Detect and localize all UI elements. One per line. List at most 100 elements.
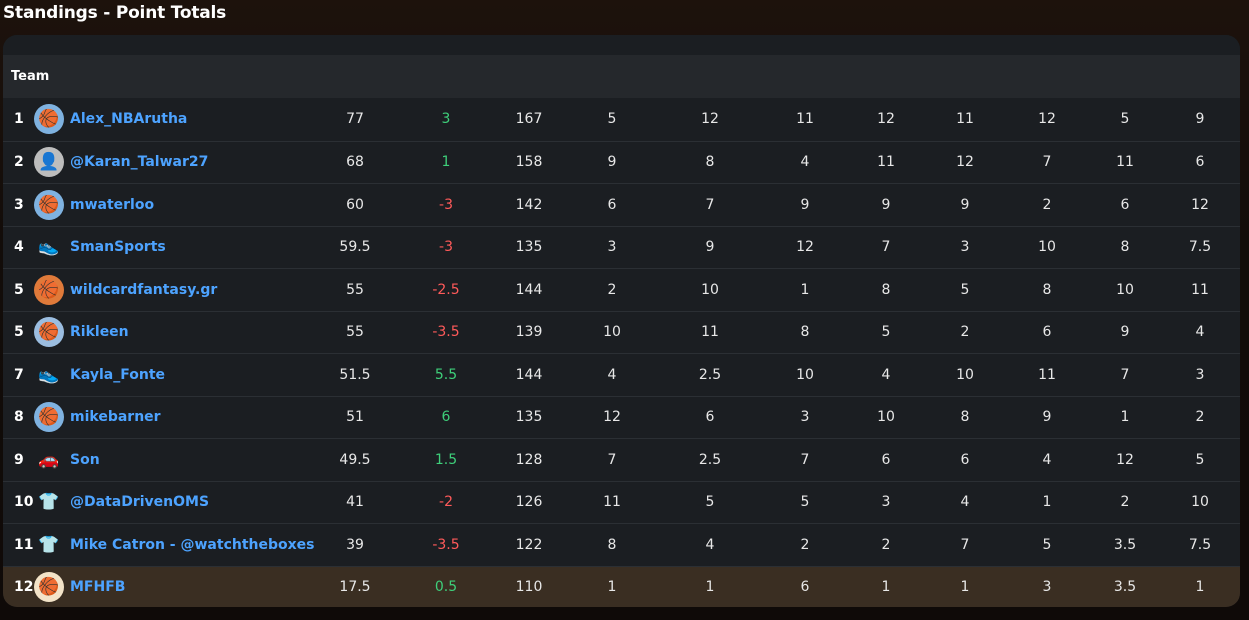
points-change-cell: 0.5 [434,579,458,596]
standings-table: Team 1 🏀 Alex_NBArutha 77 3 167 5 12 11 12 11 12 5 9 2… [3,35,1240,607]
points-total-cell: 59.5 [339,239,371,256]
category-cell-c1: 135 [515,239,543,256]
sneaker-icon: 👟 [38,364,60,385]
rank-cell: 5 [14,324,24,341]
category-cell-c2: 12 [603,409,621,426]
category-cell-c3: 12 [701,111,719,128]
category-cell-c2: 4 [607,366,617,383]
rank-cell: 2 [14,154,24,171]
category-cell-c2: 3 [607,239,617,256]
category-cell-c9: 12 [1191,196,1209,213]
category-cell-c6: 1 [960,579,970,596]
category-cell-c1: 122 [515,536,543,553]
points-change-cell: 1 [441,154,451,171]
team-name-link[interactable]: Son [70,452,100,468]
category-cell-c7: 9 [1042,409,1052,426]
team-name-link[interactable]: mikebarner [70,409,161,425]
category-cell-c7: 3 [1042,579,1052,596]
points-total-cell: 51 [346,409,364,426]
points-total-cell: 60 [346,196,364,213]
category-cell-c4: 8 [800,324,810,341]
team-name-link[interactable]: Mike Catron - @watchtheboxes [70,537,315,553]
table-row: 5 🏀 Rikleen 55 -3.5 139 10 11 8 5 2 6 9 4 [3,310,1240,353]
category-cell-c1: 135 [515,409,543,426]
points-change-cell: -3.5 [432,324,460,341]
category-cell-c5: 1 [881,579,891,596]
points-total-cell: 17.5 [339,579,371,596]
category-cell-c8: 11 [1116,154,1134,171]
category-cell-c2: 6 [607,196,617,213]
team-name-link[interactable]: @DataDrivenOMS [70,494,209,510]
rank-cell: 8 [14,409,24,426]
team-name-link[interactable]: SmanSports [70,239,166,255]
category-cell-c9: 3 [1195,366,1205,383]
category-cell-c4: 9 [800,196,810,213]
table-row: 3 🏀 mwaterloo 60 -3 142 6 7 9 9 9 2 6 12 [3,183,1240,226]
category-cell-c5: 4 [881,366,891,383]
category-cell-c1: 126 [515,494,543,511]
team-name-link[interactable]: Rikleen [70,324,129,340]
category-cell-c1: 128 [515,451,543,468]
points-change-cell: -3 [439,196,453,213]
category-cell-c4: 1 [800,281,810,298]
category-cell-c3: 9 [705,239,715,256]
category-cell-c4: 6 [800,579,810,596]
category-cell-c1: 158 [515,154,543,171]
category-cell-c4: 11 [796,111,814,128]
category-cell-c8: 5 [1120,111,1130,128]
category-cell-c3: 4 [705,536,715,553]
team-name-link[interactable]: wildcardfantasy.gr [70,282,217,298]
table-row: 8 🏀 mikebarner 51 6 135 12 6 3 10 8 9 1 2 [3,395,1240,438]
category-cell-c6: 7 [960,536,970,553]
basketball-hoop-icon: 🏀 [34,317,64,348]
category-cell-c1: 144 [515,366,543,383]
category-cell-c1: 139 [515,324,543,341]
category-cell-c9: 7.5 [1188,536,1212,553]
points-change-cell: 6 [441,409,451,426]
category-cell-c8: 3.5 [1113,579,1137,596]
category-cell-c3: 8 [705,154,715,171]
page-title: Standings - Point Totals [3,3,227,23]
rank-cell: 4 [14,239,24,256]
points-total-cell: 41 [346,494,364,511]
category-cell-c2: 2 [607,281,617,298]
basketball-hoop-icon: 🏀 [34,189,64,220]
points-change-cell: 1.5 [434,451,458,468]
category-cell-c6: 8 [960,409,970,426]
category-cell-c8: 3.5 [1113,536,1137,553]
category-cell-c2: 7 [607,451,617,468]
rank-cell: 12 [14,579,34,596]
table-row: 10 👕 @DataDrivenOMS 41 -2 126 11 5 5 3 4 1 2 10 [3,480,1240,523]
category-cell-c3: 11 [701,324,719,341]
category-cell-c4: 10 [796,366,814,383]
category-cell-c8: 6 [1120,196,1130,213]
sneaker-icon: 👟 [38,237,60,258]
points-change-cell: -2 [439,494,453,511]
team-name-link[interactable]: MFHFB [70,579,125,595]
category-cell-c2: 1 [607,579,617,596]
team-name-link[interactable]: @Karan_Talwar27 [70,154,208,170]
category-cell-c3: 10 [701,281,719,298]
team-name-link[interactable]: Kayla_Fonte [70,367,165,383]
team-name-link[interactable]: Alex_NBArutha [70,111,187,127]
category-cell-c7: 1 [1042,494,1052,511]
points-change-cell: 5.5 [434,366,458,383]
table-row: 5 🏀 wildcardfantasy.gr 55 -2.5 144 2 10 1 8 5 8 10 11 [3,268,1240,311]
column-header-team[interactable]: Team [3,69,49,84]
table-top-spacer [3,35,1240,55]
team-name-link[interactable]: mwaterloo [70,197,154,213]
category-cell-c9: 1 [1195,579,1205,596]
category-cell-c1: 167 [515,111,543,128]
category-cell-c6: 4 [960,494,970,511]
category-cell-c4: 2 [800,536,810,553]
category-cell-c2: 5 [607,111,617,128]
category-cell-c4: 3 [800,409,810,426]
rank-cell: 3 [14,196,24,213]
category-cell-c9: 2 [1195,409,1205,426]
table-body: 1 🏀 Alex_NBArutha 77 3 167 5 12 11 12 11 12 5 9 2 👤 @Kar… [3,98,1240,607]
category-cell-c7: 7 [1042,154,1052,171]
category-cell-c7: 2 [1042,196,1052,213]
category-cell-c8: 12 [1116,451,1134,468]
category-cell-c9: 11 [1191,281,1209,298]
category-cell-c7: 4 [1042,451,1052,468]
